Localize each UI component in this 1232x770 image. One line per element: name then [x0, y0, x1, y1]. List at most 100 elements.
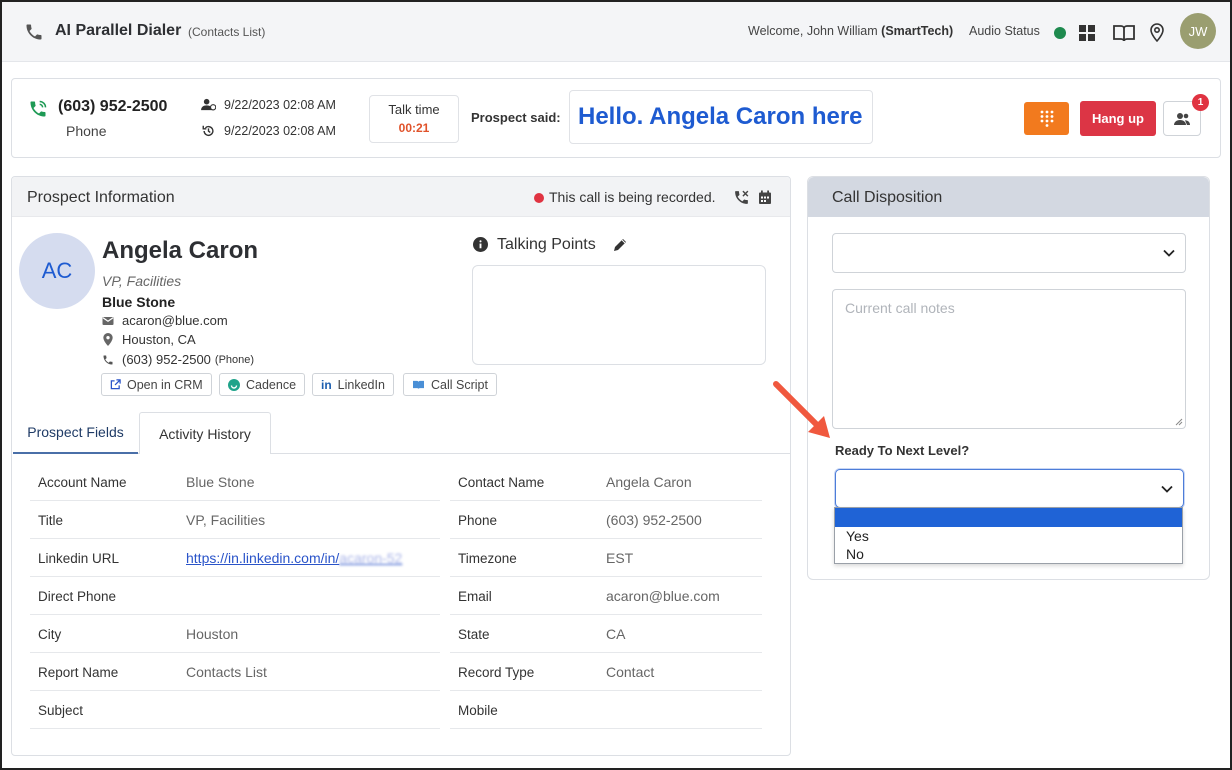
call-notes-textarea[interactable]: Current call notes [832, 289, 1186, 429]
dialpad-button[interactable] [1024, 102, 1069, 135]
recording-indicator [534, 193, 544, 203]
prospect-phone[interactable]: (603) 952-2500 [122, 352, 211, 367]
annotation-arrow-icon [773, 381, 830, 438]
recording-text: This call is being recorded. [549, 189, 716, 205]
disposition-header: Call Disposition [808, 177, 1209, 217]
linkedin-button[interactable]: in LinkedIn [312, 373, 394, 396]
call-last-time: 9/22/2023 02:08 AM [224, 124, 336, 138]
location-pin-icon[interactable] [1148, 22, 1166, 44]
prospect-phone-row: (603) 952-2500 (Phone) [102, 352, 254, 367]
active-call-bar: (603) 952-2500 Phone 9/22/2023 02:08 AM … [11, 78, 1221, 158]
open-in-crm-label: Open in CRM [127, 377, 203, 392]
field-value: (603) 952-2500 [606, 512, 702, 528]
next-level-select[interactable] [835, 469, 1184, 508]
field-value: Angela Caron [606, 474, 692, 490]
dialpad-icon [1040, 110, 1053, 127]
option-yes[interactable]: Yes [835, 527, 1182, 545]
talking-points-box[interactable] [472, 265, 766, 365]
prospect-said-text: Hello. Angela Caron here [578, 103, 863, 130]
script-book-icon [413, 380, 424, 390]
call-settings-icon[interactable] [733, 189, 750, 206]
linkedin-icon: in [321, 377, 332, 392]
calendar-icon[interactable] [758, 190, 772, 205]
prospect-fields-right: Contact Name Angela Caron Phone (603) 95… [450, 463, 762, 729]
field-value: EST [606, 550, 634, 566]
field-label: Title [38, 512, 64, 528]
talk-time-label: Talk time [388, 102, 440, 117]
phone-icon [26, 24, 42, 40]
option-no[interactable]: No [835, 545, 1182, 563]
user-avatar[interactable]: JW [1180, 13, 1216, 49]
top-bar: AI Parallel Dialer (Contacts List) Welco… [2, 2, 1230, 62]
app-subtitle: (Contacts List) [188, 25, 266, 39]
open-in-crm-button[interactable]: Open in CRM [101, 373, 212, 396]
call-script-label: Call Script [431, 377, 488, 392]
welcome-text: Welcome, John William (SmartTech) [748, 24, 953, 38]
linkedin-url-link[interactable]: https://in.linkedin.com/in/acaron-52 [186, 550, 402, 566]
email-icon [102, 316, 114, 325]
chevron-down-icon [1163, 249, 1175, 257]
book-icon[interactable] [1112, 23, 1136, 43]
field-label: Linkedin URL [38, 550, 120, 566]
field-value: Contact [606, 664, 655, 680]
linkedin-url-value[interactable]: https://in.linkedin.com/in/acaron-52 [186, 539, 402, 577]
tab-activity-history[interactable]: Activity History [139, 412, 271, 454]
prospect-information-panel: Prospect Information This call is being … [11, 176, 791, 756]
cadence-label: Cadence [246, 377, 297, 392]
map-marker-icon [103, 333, 113, 346]
hang-up-button[interactable]: Hang up [1080, 101, 1156, 136]
field-value: Contacts List [186, 664, 267, 680]
field-row: Report Name Contacts List [30, 653, 440, 691]
active-call-icon [30, 100, 47, 117]
linkedin-url-blurred: acaron-52 [339, 550, 403, 566]
field-row: Record Type Contact [450, 653, 762, 691]
audio-status-label: Audio Status [969, 24, 1040, 38]
field-label: Record Type [458, 664, 535, 680]
field-row: Direct Phone [30, 577, 440, 615]
apps-grid-icon[interactable] [1078, 24, 1096, 42]
disposition-select[interactable] [832, 233, 1186, 273]
audio-status-indicator [1054, 27, 1066, 39]
cadence-button[interactable]: Cadence [219, 373, 306, 396]
field-row: Email acaron@blue.com [450, 577, 762, 615]
tab-prospect-fields[interactable]: Prospect Fields [13, 412, 138, 454]
call-phone-type: Phone [66, 123, 107, 139]
history-icon [202, 125, 214, 137]
linkedin-url-text: https://in.linkedin.com/in/ [186, 550, 340, 566]
field-row: Title VP, Facilities [30, 501, 440, 539]
prospect-location-row: Houston, CA [102, 332, 196, 347]
edit-pencil-icon[interactable] [612, 237, 628, 253]
chevron-down-icon [1161, 485, 1173, 493]
prospect-said-label: Prospect said: [471, 110, 561, 125]
field-label: Account Name [38, 474, 127, 490]
prospect-avatar: AC [19, 233, 95, 309]
option-blank[interactable] [835, 508, 1182, 527]
prospect-email-row: acaron@blue.com [102, 313, 228, 328]
phone-small-icon [103, 355, 113, 364]
call-script-button[interactable]: Call Script [403, 373, 497, 396]
field-label: Direct Phone [38, 588, 117, 604]
welcome-org: (SmartTech) [881, 24, 954, 38]
prospect-phone-type: (Phone) [214, 353, 255, 366]
welcome-user: Welcome, John William [748, 24, 878, 38]
call-start-time: 9/22/2023 02:08 AM [224, 98, 336, 112]
prospect-panel-title: Prospect Information [27, 189, 175, 206]
linkedin-label: LinkedIn [337, 377, 385, 392]
field-value: Blue Stone [186, 474, 255, 490]
notification-badge: 1 [1192, 94, 1209, 111]
external-link-icon [110, 379, 121, 390]
field-row: Contact Name Angela Caron [450, 463, 762, 501]
field-label: Email [458, 588, 492, 604]
field-label: Mobile [458, 702, 498, 718]
prospect-email[interactable]: acaron@blue.com [122, 313, 228, 328]
field-label: Phone [458, 512, 498, 528]
users-icon [1174, 112, 1190, 125]
field-row: State CA [450, 615, 762, 653]
resize-handle-icon[interactable] [1175, 418, 1183, 426]
field-row: Phone (603) 952-2500 [450, 501, 762, 539]
field-label: State [458, 626, 490, 642]
field-label: Report Name [38, 664, 119, 680]
field-value: Houston [186, 626, 239, 642]
field-value: acaron@blue.com [606, 588, 720, 604]
field-row: Account Name Blue Stone [30, 463, 440, 501]
